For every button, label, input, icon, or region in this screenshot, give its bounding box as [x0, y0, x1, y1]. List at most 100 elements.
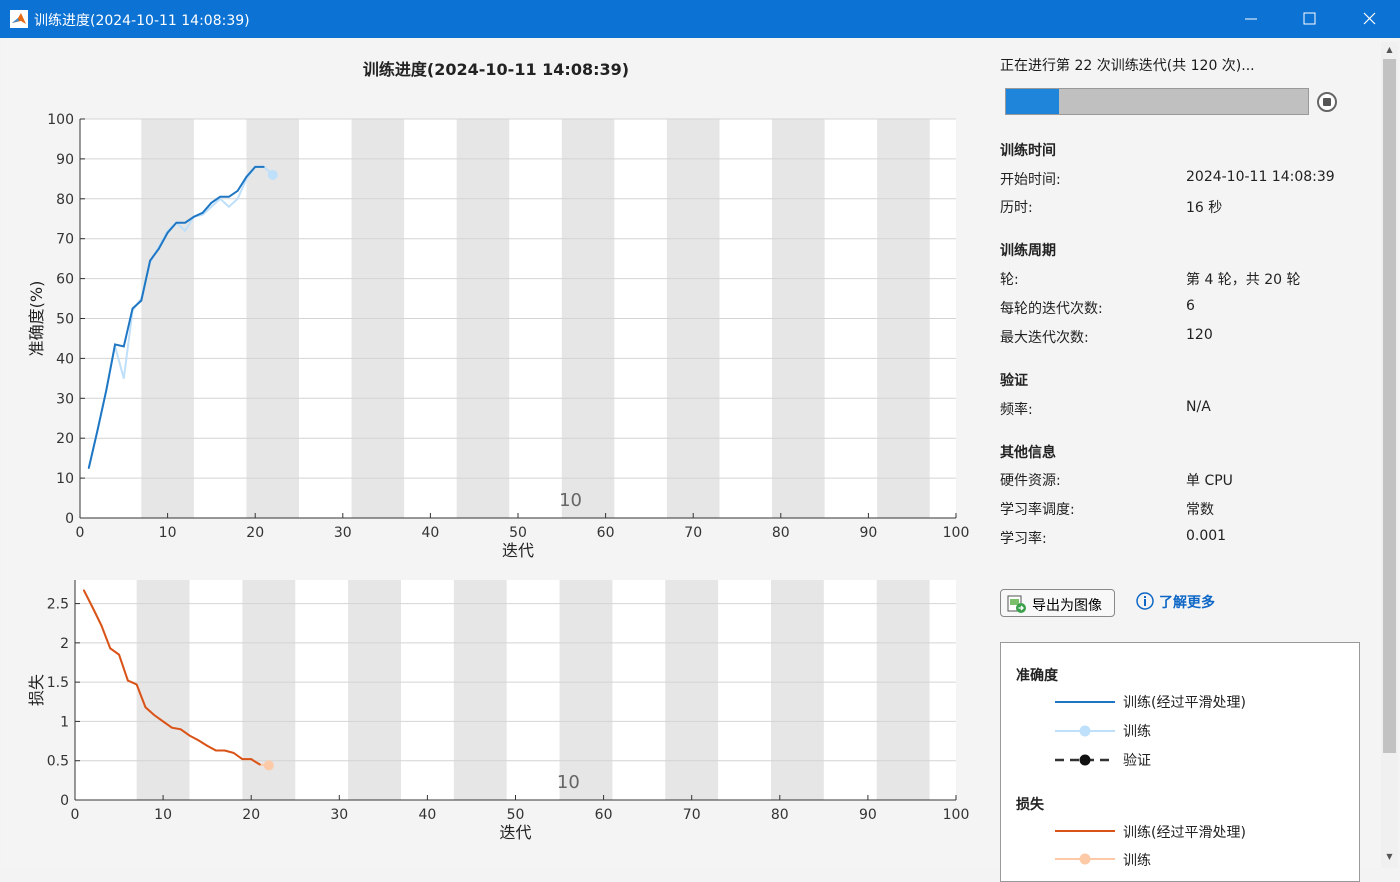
- y-tick-label: 0: [65, 511, 74, 527]
- data-point-train-smoothed: [228, 196, 230, 198]
- value-iter-per-epoch: 6: [1186, 298, 1195, 314]
- data-point-train-smoothed: [215, 749, 217, 752]
- x-tick-label: 0: [71, 807, 80, 823]
- y-tick-label: 20: [56, 431, 74, 447]
- data-point-train-smoothed: [87, 467, 90, 469]
- label-start-time: 开始时间:: [1000, 172, 1061, 188]
- data-point-train-smoothed: [123, 345, 125, 348]
- x-tick-label: 30: [334, 525, 352, 541]
- current-point-marker: [263, 760, 274, 771]
- y-axis-label: 损失: [27, 674, 46, 706]
- matlab-logo-icon: [10, 10, 28, 28]
- value-epoch: 第 4 轮，共 20 轮: [1186, 272, 1301, 288]
- legend-loss-smooth-label: 训练(经过平滑处理): [1123, 825, 1246, 841]
- x-tick-label: 100: [943, 525, 970, 541]
- data-point-train-smoothed: [135, 683, 138, 686]
- x-tick-label: 90: [859, 525, 877, 541]
- data-point-train-smoothed: [166, 231, 169, 234]
- data-point-train-smoothed: [241, 758, 244, 760]
- x-tick-label: 10: [154, 807, 172, 823]
- scroll-up-icon[interactable]: ▲: [1383, 44, 1396, 56]
- legend-accuracy-heading: 准确度: [1016, 668, 1058, 684]
- stop-button[interactable]: [1317, 92, 1337, 112]
- y-tick-label: 40: [56, 351, 74, 367]
- scrollbar-thumb[interactable]: [1383, 59, 1396, 753]
- data-point-train-smoothed: [250, 758, 252, 760]
- epoch-number-label: 10: [557, 772, 580, 793]
- charts-area: 训练进度(2024-10-11 14:08:39) 0 10 20 30 40 50 60 7…: [27, 60, 969, 842]
- legend-loss-heading: 损失: [1016, 797, 1044, 813]
- legend-swatch-acc-raw: [1055, 725, 1115, 737]
- legend-swatch-loss-raw: [1055, 853, 1115, 865]
- x-tick-label: 20: [246, 525, 264, 541]
- data-point-train-smoothed: [259, 763, 261, 766]
- x-tick-label: 70: [684, 525, 702, 541]
- maximize-icon: [1303, 12, 1316, 25]
- data-point-train-smoothed: [96, 429, 99, 432]
- legend-loss-raw-label: 训练: [1123, 853, 1151, 869]
- value-elapsed: 16 秒: [1186, 200, 1223, 216]
- scroll-down-icon[interactable]: ▼: [1383, 851, 1396, 863]
- epoch-band: [770, 580, 824, 800]
- data-point-train-smoothed: [206, 744, 208, 747]
- data-point-train-smoothed: [127, 679, 129, 682]
- label-max-iter: 最大迭代次数:: [1000, 330, 1089, 346]
- progress-fill: [1006, 89, 1059, 114]
- data-point-train-smoothed: [210, 201, 213, 204]
- x-tick-label: 10: [159, 525, 177, 541]
- label-lr-schedule: 学习率调度:: [1000, 502, 1075, 518]
- x-tick-label: 0: [76, 525, 85, 541]
- value-hardware: 单 CPU: [1186, 473, 1233, 489]
- data-point-train-smoothed: [197, 739, 200, 742]
- label-hardware: 硬件资源:: [1000, 473, 1061, 489]
- y-tick-label: 2: [60, 636, 69, 652]
- section-other: 其他信息: [1000, 445, 1056, 461]
- data-point-train-smoothed: [184, 221, 186, 224]
- close-button[interactable]: [1346, 4, 1392, 34]
- x-tick-label: 90: [859, 807, 877, 823]
- data-point-train-smoothed: [131, 307, 134, 310]
- y-axis-label: 准确度(%): [27, 281, 46, 357]
- data-point-train-smoothed: [149, 259, 151, 262]
- learn-more-label: 了解更多: [1159, 595, 1215, 611]
- x-tick-label: 50: [507, 807, 525, 823]
- data-point-train-smoothed: [91, 606, 94, 609]
- accuracy-chart: 0 10 20 30 40 50 60 70 80 90 100 0 10 20 30 40 50 60 70 80 9…: [27, 112, 969, 560]
- x-tick-label: 100: [943, 807, 970, 823]
- label-elapsed: 历时:: [1000, 200, 1033, 216]
- section-validation: 验证: [1000, 373, 1028, 389]
- x-tick-label: 80: [771, 807, 789, 823]
- title-bar: 训练进度(2024-10-11 14:08:39): [0, 0, 1400, 38]
- data-point-train-smoothed: [100, 624, 103, 627]
- y-tick-label: 100: [47, 112, 74, 128]
- data-point-train-smoothed: [236, 190, 239, 192]
- epoch-band: [876, 580, 930, 800]
- epoch-band: [453, 580, 507, 800]
- current-point-marker: [267, 169, 278, 180]
- x-tick-label: 20: [242, 807, 260, 823]
- label-learning-rate: 学习率:: [1000, 531, 1047, 547]
- data-point-train-smoothed: [193, 215, 195, 218]
- maximize-button[interactable]: [1286, 4, 1332, 34]
- y-tick-label: 1.5: [47, 675, 69, 691]
- data-point-train-smoothed: [171, 726, 173, 729]
- minimize-icon: [1245, 18, 1257, 20]
- value-lr-schedule: 常数: [1186, 502, 1214, 518]
- export-image-label: 导出为图像: [1032, 598, 1102, 614]
- data-point-train-raw: [236, 198, 239, 200]
- export-image-button[interactable]: 导出为图像: [1000, 589, 1115, 617]
- loss-chart: 0 10 20 30 40 50 60 70 80 90 100 0 0.5 1 1.5 2 2.5 10 迭代 损失: [27, 580, 969, 842]
- epoch-band: [348, 580, 401, 800]
- y-tick-label: 1: [60, 714, 69, 730]
- data-point-train-smoothed: [144, 706, 147, 709]
- x-axis-label: 迭代: [502, 541, 534, 560]
- x-tick-label: 80: [772, 525, 790, 541]
- data-point-train-smoothed: [114, 343, 116, 346]
- minimize-button[interactable]: [1228, 4, 1274, 34]
- y-tick-label: 50: [56, 312, 74, 328]
- chart-main-title: 训练进度(2024-10-11 14:08:39): [363, 60, 629, 79]
- data-point-train-raw: [210, 205, 213, 208]
- x-tick-label: 60: [595, 807, 613, 823]
- x-tick-label: 40: [418, 807, 436, 823]
- label-epoch: 轮:: [1000, 272, 1019, 288]
